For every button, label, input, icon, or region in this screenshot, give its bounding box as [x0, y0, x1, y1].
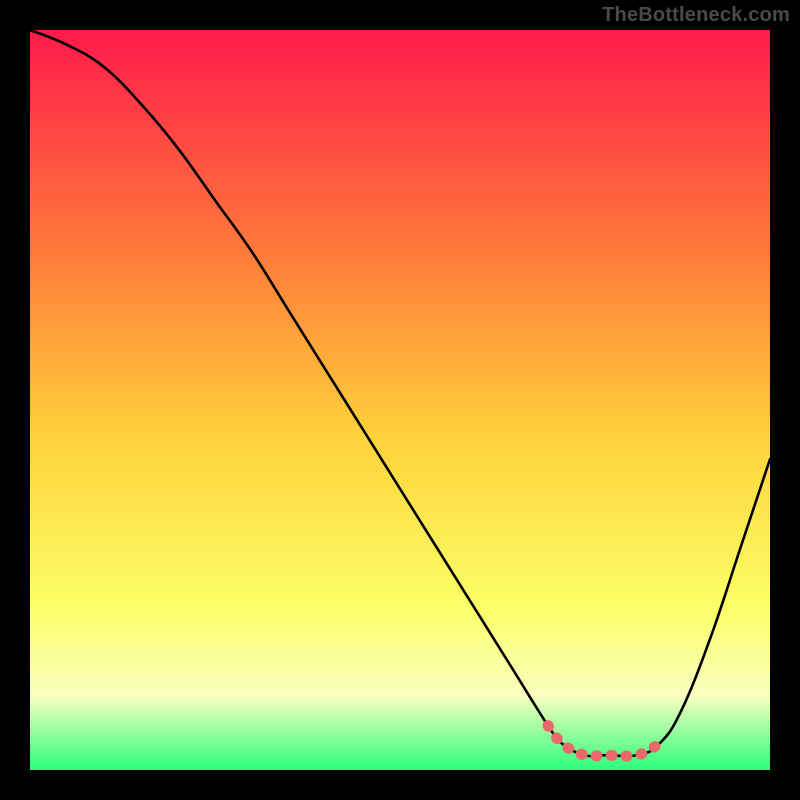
chart-container: TheBottleneck.com	[0, 0, 800, 800]
bottleneck-chart	[0, 0, 800, 800]
watermark-text: TheBottleneck.com	[602, 4, 790, 27]
plot-background	[30, 30, 770, 770]
